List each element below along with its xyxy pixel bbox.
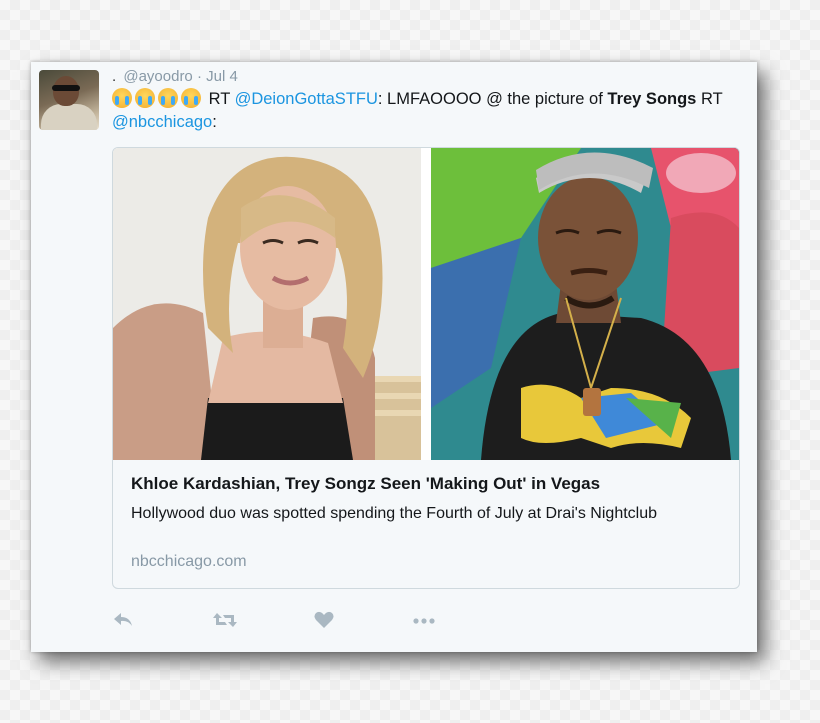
tweet-end: : — [212, 113, 217, 131]
tweet-header: . @ayoodro · Jul 4 — [112, 68, 238, 85]
card-description: Hollywood duo was spotted spending the F… — [131, 505, 658, 522]
retweet-button[interactable] — [212, 610, 237, 632]
crying-laughing-emoji-icon — [112, 88, 132, 108]
crying-laughing-emoji-icon — [135, 88, 155, 108]
avatar[interactable] — [39, 70, 99, 130]
crying-laughing-emoji-icon — [158, 88, 178, 108]
reply-icon — [114, 613, 132, 626]
mention-link[interactable]: @nbcchicago — [112, 113, 212, 131]
avatar-shirt — [41, 104, 97, 130]
rt-label: RT — [700, 90, 723, 108]
tweet-card[interactable]: . @ayoodro · Jul 4 RT @DeionGottaSTFU: L… — [31, 62, 757, 652]
mention-link[interactable]: @DeionGottaSTFU — [235, 90, 378, 108]
display-name[interactable]: . — [112, 68, 116, 85]
link-card[interactable]: Khloe Kardashian, Trey Songz Seen 'Makin… — [112, 147, 740, 589]
avatar-glasses — [52, 85, 80, 91]
separator: · — [196, 68, 202, 85]
card-domain[interactable]: nbcchicago.com — [131, 553, 247, 571]
like-button[interactable] — [313, 610, 337, 632]
tweet-bold-text: Trey Songs — [607, 90, 697, 108]
crying-laughing-emoji-icon — [181, 88, 201, 108]
more-button[interactable] — [410, 610, 438, 632]
card-image[interactable] — [113, 148, 739, 460]
avatar-face — [53, 76, 79, 106]
rt-label: RT — [208, 90, 230, 108]
card-title[interactable]: Khloe Kardashian, Trey Songz Seen 'Makin… — [131, 474, 600, 494]
card-photo-right — [431, 148, 739, 460]
handle[interactable]: @ayoodro — [123, 68, 192, 85]
timestamp[interactable]: Jul 4 — [206, 68, 238, 85]
retweet-icon — [213, 613, 237, 627]
card-photo-left — [113, 148, 421, 460]
tweet-body: : LMFAOOOO @ the picture of — [377, 90, 603, 108]
tweet-text: RT @DeionGottaSTFU: LMFAOOOO @ the pictu… — [112, 88, 732, 134]
reply-button[interactable] — [112, 610, 136, 632]
heart-icon — [314, 611, 334, 628]
more-icon — [413, 618, 435, 624]
